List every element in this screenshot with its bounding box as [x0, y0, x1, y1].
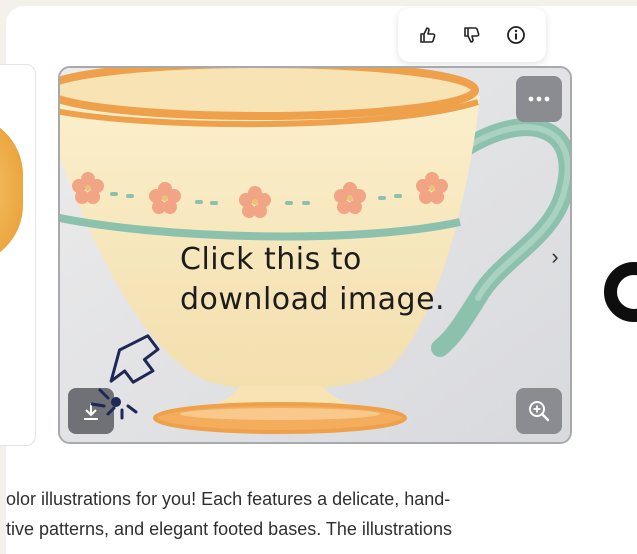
thumbs-up-icon[interactable]: [413, 20, 443, 50]
more-options-button[interactable]: [516, 76, 562, 122]
ellipsis-icon: [528, 96, 550, 102]
feedback-toolbar: [398, 8, 546, 62]
click-cursor-icon: [90, 334, 160, 420]
chevron-right-icon: ›: [551, 244, 559, 269]
image-description: olor illustrations for you! Each feature…: [6, 484, 626, 544]
info-icon[interactable]: [501, 20, 531, 50]
previous-image-card[interactable]: [0, 64, 36, 446]
next-image-button[interactable]: ›: [544, 242, 566, 272]
description-line-1: olor illustrations for you! Each feature…: [6, 489, 451, 509]
thumbs-down-icon[interactable]: [457, 20, 487, 50]
previous-image-thumbnail: [0, 115, 23, 265]
annotation-line-2: download image.: [180, 282, 446, 317]
zoom-in-button[interactable]: [516, 388, 562, 434]
annotation-line-1: Click this to: [180, 242, 362, 277]
zoom-in-icon: [529, 401, 550, 422]
description-line-2: tive patterns, and elegant footed bases.…: [6, 519, 452, 539]
download-hint-annotation: Click this to download image.: [180, 240, 520, 320]
